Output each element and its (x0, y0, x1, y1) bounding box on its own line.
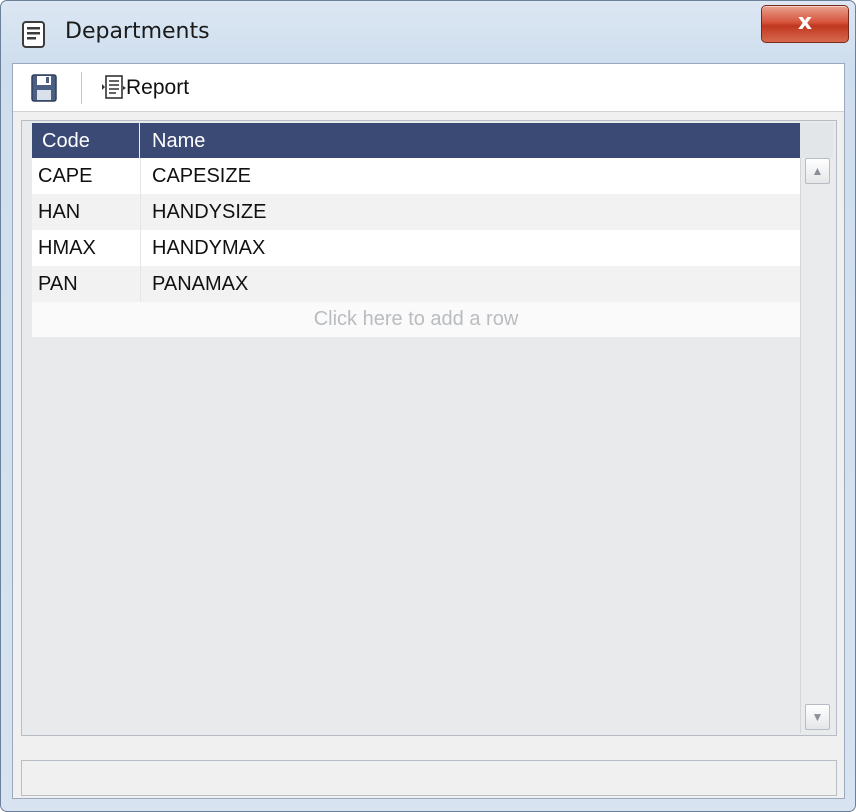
cell-code[interactable]: HMAX (32, 230, 140, 266)
report-document-icon (102, 75, 126, 99)
table-row[interactable]: PAN PANAMAX (32, 266, 800, 302)
table-row[interactable]: CAPE CAPESIZE (32, 158, 800, 194)
report-label: Report (126, 76, 190, 99)
grid-header: Code Name (32, 123, 800, 158)
departments-grid: Code Name CAPE CAPESIZE HAN HANDYSIZE HM… (21, 120, 837, 736)
status-bar (21, 760, 837, 796)
departments-window: Departments x Report Code Name CAPE CAPE… (0, 0, 856, 812)
toolbar-separator (81, 72, 82, 104)
table-row[interactable]: HAN HANDYSIZE (32, 194, 800, 230)
grid-header-corner (800, 123, 833, 158)
cell-name[interactable]: CAPESIZE (140, 158, 800, 194)
report-button[interactable]: Report (101, 70, 221, 106)
cell-name[interactable]: HANDYSIZE (140, 194, 800, 230)
toolbar: Report (13, 64, 844, 112)
scroll-up-icon[interactable]: ▲ (805, 158, 830, 184)
scroll-down-icon[interactable]: ▼ (805, 704, 830, 730)
window-app-icon (22, 21, 45, 48)
cell-code[interactable]: HAN (32, 194, 140, 230)
close-button[interactable]: x (761, 5, 849, 43)
cell-name[interactable]: PANAMAX (140, 266, 800, 302)
grid-rows: CAPE CAPESIZE HAN HANDYSIZE HMAX HANDYMA… (32, 158, 800, 337)
cell-code[interactable]: CAPE (32, 158, 140, 194)
window-title: Departments (65, 19, 210, 44)
cell-code[interactable]: PAN (32, 266, 140, 302)
table-row[interactable]: HMAX HANDYMAX (32, 230, 800, 266)
window-client-area: Report Code Name CAPE CAPESIZE HAN HANDY… (12, 63, 845, 799)
vertical-scrollbar[interactable]: ▲ ▼ (800, 158, 833, 733)
column-header-name[interactable]: Name (140, 123, 800, 158)
column-header-code[interactable]: Code (32, 123, 140, 158)
title-bar[interactable]: Departments x (1, 1, 855, 63)
cell-name[interactable]: HANDYMAX (140, 230, 800, 266)
add-row-button[interactable]: Click here to add a row (32, 302, 800, 337)
save-icon[interactable] (29, 72, 59, 104)
